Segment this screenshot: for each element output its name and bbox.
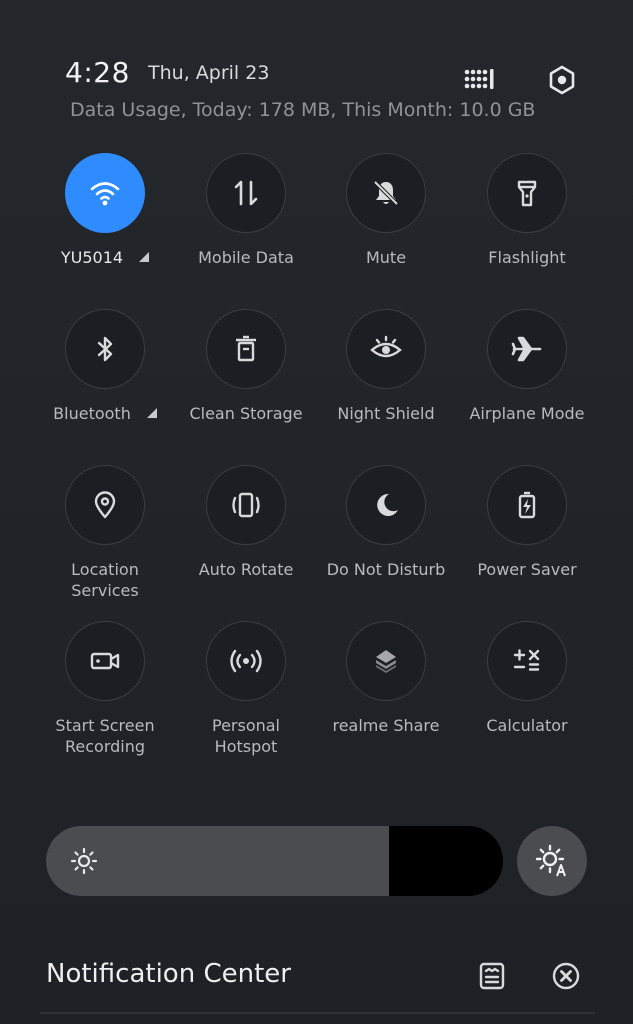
location-toggle[interactable]: [65, 465, 145, 545]
screen-recording-button[interactable]: [65, 621, 145, 701]
airplane-mode-toggle[interactable]: [487, 309, 567, 389]
do-not-disturb-toggle[interactable]: [346, 465, 426, 545]
bluetooth-toggle[interactable]: [65, 309, 145, 389]
tile-calculator[interactable]: Calculator: [457, 621, 597, 736]
tile-power-saver[interactable]: Power Saver: [457, 465, 597, 580]
realme-share-toggle[interactable]: [346, 621, 426, 701]
mobile-data-toggle[interactable]: [206, 153, 286, 233]
tile-label: Mute: [365, 248, 407, 267]
tile-label: realme Share: [332, 716, 440, 735]
moon-icon: [377, 493, 398, 516]
tile-night-shield[interactable]: Night Shield: [316, 309, 456, 424]
notification-center-title: Notification Center: [46, 959, 291, 989]
wifi-icon: [90, 182, 120, 206]
location-pin-icon: [94, 491, 116, 519]
tile-label: Mobile Data: [198, 248, 294, 267]
tile-label: Location Services: [71, 560, 139, 600]
tile-label: YU5014: [60, 248, 124, 267]
grid-edit-icon[interactable]: [462, 63, 498, 99]
power-saver-toggle[interactable]: [487, 465, 567, 545]
wifi-toggle[interactable]: [65, 153, 145, 233]
hotspot-icon: [230, 649, 262, 673]
tile-label: Night Shield: [337, 404, 435, 423]
clean-storage-button[interactable]: [206, 309, 286, 389]
mute-toggle[interactable]: [346, 153, 426, 233]
tile-label: Personal Hotspot: [211, 716, 280, 756]
bell-off-icon: [373, 180, 399, 206]
tile-bluetooth[interactable]: Bluetooth: [35, 309, 175, 424]
bluetooth-icon: [97, 336, 113, 362]
calculator-button[interactable]: [487, 621, 567, 701]
tile-label: Calculator: [486, 716, 568, 735]
tile-label: Do Not Disturb: [326, 560, 446, 579]
tile-do-not-disturb[interactable]: Do Not Disturb: [316, 465, 456, 580]
auto-brightness-icon: [535, 844, 566, 877]
tile-airplane-mode[interactable]: Airplane Mode: [457, 309, 597, 424]
tile-start-screen-recording[interactable]: Start Screen Recording: [35, 621, 175, 757]
flashlight-toggle[interactable]: [487, 153, 567, 233]
calculator-icon: [513, 649, 540, 671]
mobile-data-icon: [234, 180, 258, 206]
auto-brightness-button[interactable]: [517, 826, 587, 896]
clear-all-icon[interactable]: [548, 958, 584, 994]
date-text: Thu, April 23: [148, 62, 270, 84]
tile-label: Bluetooth: [53, 404, 131, 423]
tile-auto-rotate[interactable]: Auto Rotate: [176, 465, 316, 580]
realme-share-icon: [376, 650, 396, 673]
notification-manage-icon[interactable]: [474, 958, 510, 994]
trash-icon: [236, 335, 256, 362]
hotspot-toggle[interactable]: [206, 621, 286, 701]
tile-location-services[interactable]: Location Services: [35, 465, 175, 601]
tile-wifi[interactable]: YU5014: [35, 153, 175, 268]
expand-caret-icon[interactable]: [139, 252, 150, 262]
tile-label: Clean Storage: [189, 404, 303, 423]
battery-bolt-icon: [518, 491, 536, 519]
auto-rotate-toggle[interactable]: [206, 465, 286, 545]
status-header: 4:28 Thu, April 23 Data Usage, Today: 17…: [0, 0, 633, 140]
video-camera-icon: [90, 652, 120, 670]
tile-label: Auto Rotate: [198, 560, 294, 579]
night-shield-toggle[interactable]: [346, 309, 426, 389]
divider: [40, 1012, 595, 1014]
tile-label: Start Screen Recording: [55, 716, 155, 756]
brightness-slider[interactable]: [46, 826, 503, 896]
tile-mobile-data[interactable]: Mobile Data: [176, 153, 316, 268]
auto-rotate-icon: [232, 492, 260, 518]
expand-caret-icon[interactable]: [146, 408, 157, 418]
tile-label: Flashlight: [488, 248, 566, 267]
eye-icon: [370, 335, 402, 358]
airplane-icon: [511, 336, 542, 362]
data-usage-text[interactable]: Data Usage, Today: 178 MB, This Month: 1…: [70, 99, 535, 121]
flashlight-icon: [517, 180, 537, 207]
tile-realme-share[interactable]: realme Share: [316, 621, 456, 736]
sun-icon: [69, 846, 99, 876]
tile-personal-hotspot[interactable]: Personal Hotspot: [176, 621, 316, 757]
tile-clean-storage[interactable]: Clean Storage: [176, 309, 316, 424]
clock-time: 4:28: [65, 56, 130, 89]
settings-hexagon-icon[interactable]: [544, 62, 580, 98]
tile-mute[interactable]: Mute: [316, 153, 456, 268]
tile-label: Airplane Mode: [469, 404, 585, 423]
tile-flashlight[interactable]: Flashlight: [457, 153, 597, 268]
tile-label: Power Saver: [477, 560, 577, 579]
